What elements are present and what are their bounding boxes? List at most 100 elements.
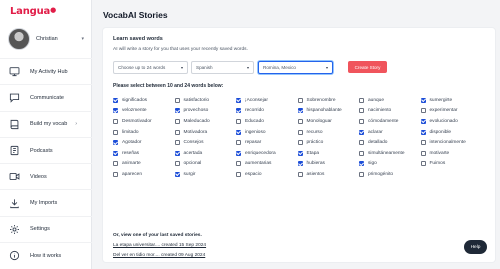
- word-checkbox[interactable]: [297, 108, 303, 114]
- word-checkbox[interactable]: [359, 97, 364, 103]
- word-checkbox[interactable]: [174, 161, 180, 167]
- word-checkbox[interactable]: [359, 150, 364, 156]
- help-button[interactable]: Help: [464, 240, 487, 254]
- word-option[interactable]: hispanohablante: [297, 106, 360, 117]
- language-select[interactable]: Spanish ▾: [191, 61, 254, 74]
- word-option[interactable]: reseñas: [113, 148, 175, 159]
- word-option[interactable]: detallado: [359, 137, 421, 148]
- word-checkbox[interactable]: [420, 150, 426, 156]
- word-checkbox[interactable]: [174, 150, 180, 156]
- word-checkbox[interactable]: [113, 171, 118, 177]
- word-option[interactable]: Consejos: [174, 137, 237, 148]
- word-checkbox[interactable]: [236, 150, 241, 156]
- sidebar-item-activity-hub[interactable]: My Activity Hub: [0, 58, 92, 84]
- word-checkbox[interactable]: [174, 129, 180, 135]
- word-option[interactable]: hubieras: [297, 159, 360, 170]
- word-option[interactable]: aparecen: [113, 169, 175, 180]
- word-option[interactable]: enriquecedora: [236, 148, 298, 159]
- word-checkbox[interactable]: [420, 108, 426, 114]
- word-checkbox[interactable]: [297, 171, 303, 177]
- word-option[interactable]: satisfactorio: [174, 95, 237, 106]
- word-checkbox[interactable]: [297, 161, 303, 167]
- word-option[interactable]: simultáneamente: [359, 148, 421, 159]
- word-option[interactable]: opcional: [174, 159, 237, 170]
- word-checkbox[interactable]: [174, 171, 180, 177]
- sidebar-item-my-imports[interactable]: My Imports: [0, 189, 92, 215]
- word-checkbox[interactable]: [420, 140, 426, 146]
- word-option[interactable]: aunque: [359, 95, 421, 106]
- saved-story-link[interactable]: Del ver en tidio mor.... created 09 Aug …: [113, 253, 205, 258]
- word-option[interactable]: ¡Aconsejar: [236, 95, 298, 106]
- word-option[interactable]: sumergirte: [420, 95, 483, 106]
- word-count-select[interactable]: Choose up to 24 words ▾: [113, 61, 188, 74]
- sidebar-item-podcasts[interactable]: Podcasts: [0, 136, 92, 163]
- word-checkbox[interactable]: [359, 161, 364, 167]
- word-option[interactable]: animarte: [113, 159, 175, 170]
- word-option[interactable]: experimentar: [420, 106, 483, 117]
- word-checkbox[interactable]: [297, 140, 303, 146]
- sidebar-item-communicate[interactable]: Communicate: [0, 84, 92, 110]
- profile-menu[interactable]: Christian ▾: [8, 27, 84, 51]
- word-option[interactable]: intencionalmente: [420, 137, 483, 148]
- word-checkbox[interactable]: [236, 171, 241, 177]
- word-checkbox[interactable]: [420, 161, 426, 167]
- word-option[interactable]: disponible: [420, 127, 483, 138]
- word-checkbox[interactable]: [236, 140, 241, 146]
- word-checkbox[interactable]: [297, 97, 303, 103]
- word-option[interactable]: nacimiento: [359, 106, 421, 117]
- word-checkbox[interactable]: [359, 171, 364, 177]
- sidebar-item-build-vocab[interactable]: Build my vocab ›: [0, 110, 92, 137]
- word-checkbox[interactable]: [174, 97, 180, 103]
- word-option[interactable]: repasar: [236, 137, 298, 148]
- create-story-button[interactable]: Create Story: [348, 61, 387, 73]
- app-logo[interactable]: Langua●: [10, 6, 56, 17]
- word-option[interactable]: aumentarias: [236, 159, 298, 170]
- word-checkbox[interactable]: [113, 150, 118, 156]
- word-option[interactable]: recorrido: [236, 106, 298, 117]
- word-option[interactable]: cómodamente: [359, 116, 421, 127]
- word-option[interactable]: Monologuar: [297, 116, 360, 127]
- word-option[interactable]: ingenioso: [236, 127, 298, 138]
- word-checkbox[interactable]: [359, 140, 364, 146]
- word-option[interactable]: asientos: [297, 169, 360, 180]
- word-checkbox[interactable]: [297, 150, 303, 156]
- word-option[interactable]: motivarte: [420, 148, 483, 159]
- word-option[interactable]: evolucionado: [420, 116, 483, 127]
- word-checkbox[interactable]: [236, 108, 241, 114]
- location-select[interactable]: Romina, Mexico ▾: [258, 61, 333, 74]
- word-checkbox[interactable]: [236, 129, 241, 135]
- word-option[interactable]: Sobrenombre: [297, 95, 360, 106]
- word-option[interactable]: recurso: [297, 127, 360, 138]
- word-option[interactable]: aclarar: [359, 127, 421, 138]
- word-option[interactable]: Fuimos: [420, 159, 483, 170]
- sidebar-item-videos[interactable]: Videos: [0, 163, 92, 189]
- word-checkbox[interactable]: [236, 161, 241, 167]
- word-option[interactable]: Educado: [236, 116, 298, 127]
- word-checkbox[interactable]: [113, 129, 118, 135]
- word-option[interactable]: primogénito: [359, 169, 421, 180]
- word-checkbox[interactable]: [420, 97, 426, 103]
- word-checkbox[interactable]: [113, 140, 118, 146]
- word-option[interactable]: sigo: [359, 159, 421, 170]
- word-checkbox[interactable]: [297, 129, 303, 135]
- word-option[interactable]: acertada: [174, 148, 237, 159]
- word-checkbox[interactable]: [420, 118, 426, 124]
- word-option[interactable]: práctico: [297, 137, 360, 148]
- word-checkbox[interactable]: [174, 140, 180, 146]
- sidebar-item-settings[interactable]: Settings: [0, 215, 92, 242]
- word-option[interactable]: provechoso: [174, 106, 237, 117]
- word-option[interactable]: espacio: [236, 169, 298, 180]
- word-option[interactable]: Desmotivador: [113, 116, 175, 127]
- saved-story-link[interactable]: La etapa universitar.... created 15 Sep …: [113, 243, 206, 248]
- word-option[interactable]: Motivadora: [174, 127, 237, 138]
- word-checkbox[interactable]: [113, 118, 118, 124]
- sidebar-item-how-it-works[interactable]: How it works: [0, 242, 92, 268]
- word-option[interactable]: surgir: [174, 169, 237, 180]
- word-option[interactable]: Agotador: [113, 137, 175, 148]
- word-checkbox[interactable]: [113, 161, 118, 167]
- word-checkbox[interactable]: [297, 118, 303, 124]
- word-checkbox[interactable]: [359, 129, 364, 135]
- word-option[interactable]: Etapa: [297, 148, 360, 159]
- word-option[interactable]: velozmente: [113, 106, 175, 117]
- word-option[interactable]: limitado: [113, 127, 175, 138]
